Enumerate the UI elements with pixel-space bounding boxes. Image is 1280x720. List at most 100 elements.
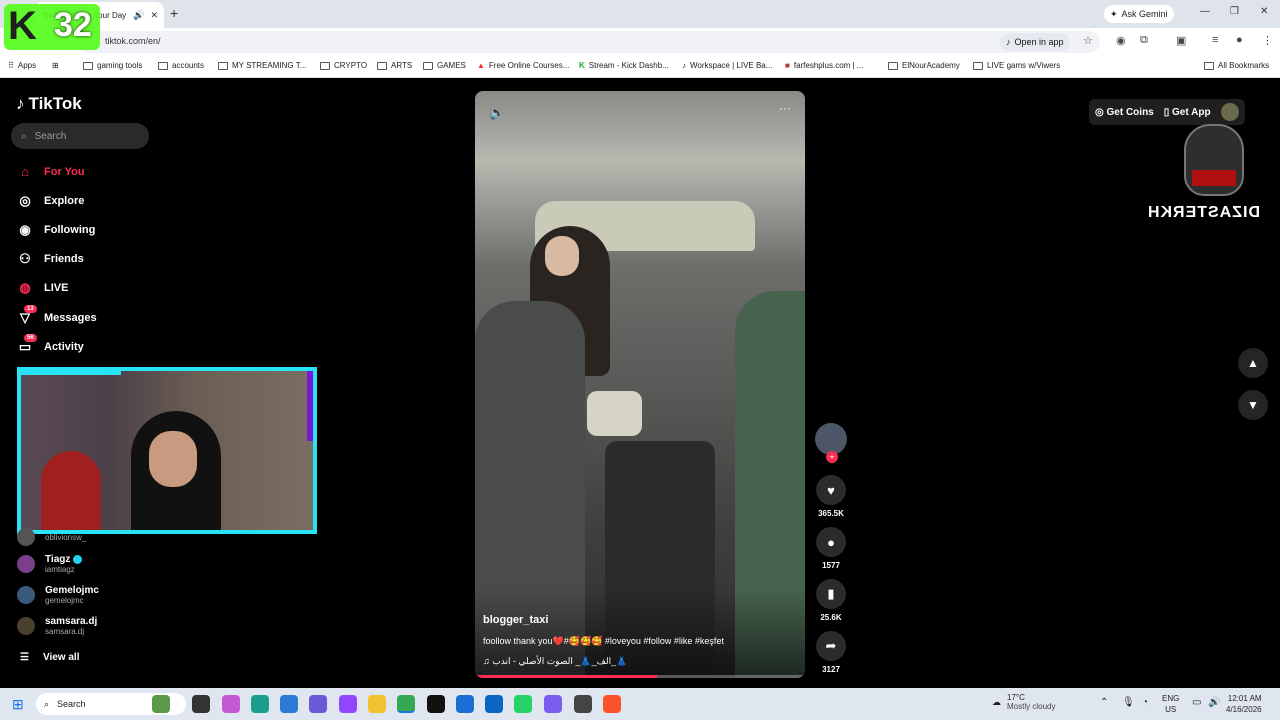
ask-gemini-button[interactable]: ✦ Ask Gemini bbox=[1104, 5, 1174, 23]
bookmark-link[interactable]: ♪ Workspace | LIVE Ba... bbox=[682, 61, 772, 70]
extension-icon[interactable]: ◉ bbox=[1116, 34, 1126, 47]
brand-text: DIZASTERKH bbox=[1146, 204, 1260, 221]
list-icon: ☰ bbox=[20, 652, 29, 663]
file-explorer-icon[interactable] bbox=[368, 695, 386, 713]
address-bar[interactable] bbox=[80, 31, 1100, 53]
x-icon[interactable] bbox=[427, 695, 445, 713]
video-username[interactable]: blogger_taxi bbox=[483, 614, 548, 626]
nav-friends[interactable]: ⚇ Friends bbox=[16, 251, 84, 267]
volume-icon[interactable]: 🔊 bbox=[1208, 697, 1220, 708]
system-clock[interactable]: 12:01 AM 4/16/2026 bbox=[1226, 693, 1262, 715]
video-progress-bar[interactable] bbox=[475, 675, 805, 678]
comment-button[interactable]: ● 1577 bbox=[814, 527, 848, 570]
mute-icon[interactable]: 🔈 bbox=[489, 105, 505, 121]
maximize-window-button[interactable]: ❐ bbox=[1230, 6, 1239, 17]
bookmark-folder[interactable]: gaming tools bbox=[83, 61, 142, 70]
discord-icon[interactable] bbox=[544, 695, 562, 713]
following-account[interactable]: Tiagz iamtiagz bbox=[17, 554, 83, 574]
store-icon[interactable] bbox=[280, 695, 298, 713]
bookmark-folder[interactable]: accounts bbox=[158, 61, 204, 70]
windows-start-icon[interactable]: ⊞ bbox=[12, 696, 24, 713]
search-input[interactable]: ⌕ Search bbox=[11, 123, 149, 149]
streamer-brand-logo: DIZASTERKH bbox=[1146, 124, 1260, 244]
bookmarks-bar: ⠿ Apps ⊞ gaming tools accounts MY STREAMI… bbox=[0, 56, 1280, 78]
browser-tab-bar: TikTok - Make Your Day 🔊 ✕ + ✦ Ask Gemin… bbox=[0, 0, 1280, 28]
bookmark-folder[interactable]: LIVE gams w/Viwers bbox=[973, 61, 1060, 70]
url-text[interactable]: tiktok.com/en/ bbox=[105, 36, 161, 46]
profile-avatar[interactable] bbox=[1220, 103, 1239, 121]
more-options-icon[interactable]: ··· bbox=[779, 101, 791, 115]
video-player[interactable]: 🔈 ··· blogger_taxi foollow thank you❤️#🥰… bbox=[475, 91, 805, 678]
new-tab-button[interactable]: + bbox=[170, 5, 178, 21]
weather-widget[interactable]: ☁ 17°C Mostly cloudy bbox=[992, 693, 1055, 711]
share-button[interactable]: ➦ 3127 bbox=[814, 631, 848, 674]
like-button[interactable]: ♥ 365.5K bbox=[814, 475, 848, 518]
top-right-buttons: ◎ Get Coins ▯ Get App bbox=[1089, 99, 1245, 125]
following-account[interactable]: samsara.dj samsara.dj bbox=[17, 616, 97, 636]
creator-avatar-button[interactable]: + bbox=[814, 423, 848, 463]
browser-menu-icon[interactable]: ⋮ bbox=[1262, 34, 1273, 47]
bookmark-link[interactable]: ▲ Free Online Courses... bbox=[477, 61, 569, 70]
brave-icon[interactable] bbox=[603, 695, 621, 713]
webcam-frame-accent bbox=[21, 371, 121, 375]
minimize-window-button[interactable]: — bbox=[1200, 6, 1210, 17]
bookmark-folder[interactable]: GAMES bbox=[423, 61, 466, 70]
nav-following[interactable]: ◉ Following bbox=[16, 222, 95, 238]
chevron-up-icon[interactable]: ⌃ bbox=[1100, 697, 1108, 708]
all-bookmarks[interactable]: All Bookmarks bbox=[1204, 61, 1269, 70]
next-video-button[interactable]: ▼ bbox=[1238, 390, 1268, 420]
task-view-icon[interactable] bbox=[192, 695, 210, 713]
profile-avatar[interactable]: ● bbox=[1236, 34, 1243, 46]
close-tab-icon[interactable]: ✕ bbox=[150, 10, 158, 21]
whatsapp-icon[interactable] bbox=[514, 695, 532, 713]
display-icon[interactable]: ▭ bbox=[1192, 697, 1201, 708]
nav-live[interactable]: ◍ LIVE bbox=[16, 280, 68, 296]
comment-count: 1577 bbox=[822, 561, 840, 570]
get-app-button[interactable]: ▯ Get App bbox=[1164, 107, 1211, 118]
vpn-icon[interactable] bbox=[456, 695, 474, 713]
webcam-face bbox=[149, 431, 197, 487]
video-bag bbox=[587, 391, 642, 436]
linkedin-icon[interactable] bbox=[485, 695, 503, 713]
speaker-icon[interactable]: 🔊 bbox=[133, 10, 144, 21]
bookmark-folder[interactable]: MY STREAMING T... bbox=[218, 61, 306, 70]
bookmark-link[interactable]: K Stream - Kick Dashb... bbox=[579, 61, 669, 70]
chrome-icon[interactable] bbox=[397, 695, 415, 713]
grid-icon[interactable]: ⊞ bbox=[52, 61, 59, 70]
twitch-icon[interactable] bbox=[339, 695, 357, 713]
reading-list-icon[interactable]: ≡ bbox=[1212, 34, 1218, 46]
microphone-icon[interactable]: 🎙 bbox=[1122, 697, 1135, 708]
teams-icon[interactable] bbox=[309, 695, 327, 713]
network-icon[interactable]: ◔ bbox=[1142, 697, 1148, 708]
following-account[interactable]: Gemelojmc gemelojmc bbox=[17, 585, 99, 605]
close-window-button[interactable]: ✕ bbox=[1260, 6, 1268, 17]
nav-for-you[interactable]: ⌂ For You bbox=[16, 164, 84, 179]
edge-icon[interactable] bbox=[251, 695, 269, 713]
bookmark-folder[interactable]: CRYPTO bbox=[320, 61, 367, 70]
bookmark-link[interactable]: ■ farfeshplus.com | ... bbox=[785, 61, 864, 70]
view-all-button[interactable]: ☰ View all bbox=[20, 652, 79, 663]
puzzle-icon[interactable]: ⧉ bbox=[1140, 34, 1148, 47]
follow-plus-icon[interactable]: + bbox=[826, 451, 838, 463]
nav-activity[interactable]: ▭ 56 Activity bbox=[16, 334, 84, 355]
save-button[interactable]: ▮ 25.6K bbox=[814, 579, 848, 622]
language-indicator[interactable]: ENG US bbox=[1162, 693, 1179, 715]
following-account[interactable]: oblivionsw_ bbox=[17, 528, 86, 546]
copilot-icon[interactable] bbox=[222, 695, 240, 713]
bookmark-star-icon[interactable]: ☆ bbox=[1083, 34, 1093, 47]
media-icon[interactable]: ▣ bbox=[1176, 34, 1186, 47]
bookmark-apps[interactable]: ⠿ Apps bbox=[8, 61, 36, 70]
app-icon[interactable] bbox=[574, 695, 592, 713]
home-icon: ⌂ bbox=[21, 164, 29, 179]
video-music[interactable]: ♫ الف_👗_ الصوت الأصلي - اندب_👗 bbox=[483, 656, 627, 667]
tiktok-logo[interactable]: ♪ TikTok bbox=[16, 94, 82, 114]
bookmark-folder[interactable]: ElNourAcademy bbox=[888, 61, 960, 70]
previous-video-button[interactable]: ▲ bbox=[1238, 348, 1268, 378]
nav-explore[interactable]: ◎ Explore bbox=[16, 193, 84, 209]
account-name: Tiagz bbox=[45, 554, 71, 565]
bookmark-folder[interactable]: ARTS bbox=[377, 61, 412, 70]
open-in-app-button[interactable]: ♪ Open in app bbox=[1000, 33, 1070, 51]
widgets-icon[interactable] bbox=[152, 695, 170, 713]
nav-messages[interactable]: ▽ 13 Messages bbox=[16, 305, 97, 326]
get-coins-button[interactable]: ◎ Get Coins bbox=[1095, 107, 1154, 118]
